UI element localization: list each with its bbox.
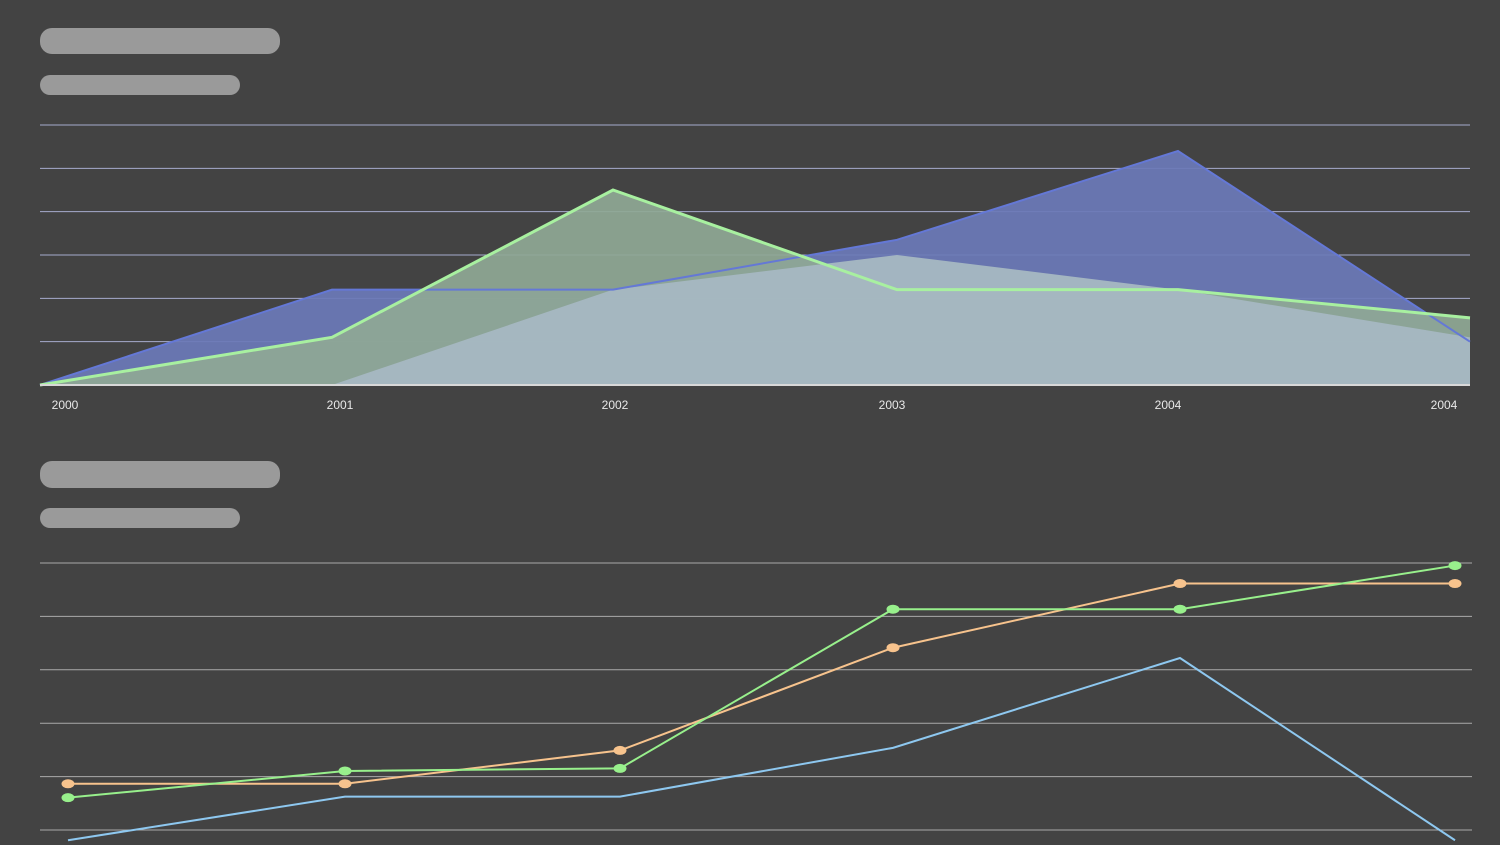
data-point bbox=[61, 793, 75, 803]
data-point bbox=[613, 763, 627, 773]
series-line-1 bbox=[68, 582, 1455, 785]
x-tick-label: 2000 bbox=[52, 398, 79, 412]
x-tick-label: 2001 bbox=[327, 398, 354, 412]
x-tick-label: 2003 bbox=[879, 398, 906, 412]
data-point bbox=[886, 643, 900, 653]
data-point bbox=[1173, 604, 1187, 614]
x-tick-label: 2002 bbox=[602, 398, 629, 412]
data-point bbox=[886, 604, 900, 614]
data-point bbox=[338, 766, 352, 776]
data-point bbox=[338, 779, 352, 789]
series-line-2 bbox=[67, 564, 1456, 799]
area-chart: 2000 2001 2002 2003 2004 2004 bbox=[39, 124, 1471, 412]
data-point bbox=[1173, 579, 1187, 589]
data-point bbox=[1448, 561, 1462, 571]
data-point bbox=[613, 745, 627, 755]
x-tick-label: 2004 bbox=[1431, 398, 1458, 412]
x-tick-label: 2004 bbox=[1155, 398, 1182, 412]
data-point bbox=[61, 779, 75, 789]
line-chart bbox=[40, 561, 1472, 842]
chart-canvas: 2000 2001 2002 2003 2004 2004 bbox=[0, 0, 1500, 845]
data-point bbox=[1448, 579, 1462, 589]
